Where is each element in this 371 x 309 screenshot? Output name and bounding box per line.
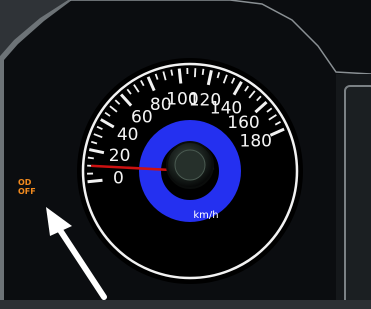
housing-bottom-strip bbox=[0, 300, 371, 309]
dial-label: 160 bbox=[227, 113, 259, 133]
od-off-line2: OFF bbox=[18, 187, 36, 196]
speed-unit-label: km/h bbox=[193, 210, 218, 221]
dial-label: 20 bbox=[109, 146, 131, 166]
instrument-cluster: 0 20 40 60 80 100 120 140 160 180 km/h OD OFF bbox=[0, 0, 371, 309]
dial-tick bbox=[87, 156, 94, 160]
od-off-line1: OD bbox=[18, 178, 32, 187]
dial-label: 40 bbox=[117, 125, 139, 145]
dial-tick bbox=[201, 68, 205, 75]
dial-label: 0 bbox=[113, 169, 124, 189]
od-off-indicator: OD OFF bbox=[18, 178, 36, 196]
dial-label: 180 bbox=[240, 132, 272, 152]
cluster-graphic: 020406080100120140160180 km/h bbox=[0, 0, 371, 309]
right-panel-frame bbox=[344, 85, 371, 309]
dial-tick bbox=[177, 68, 183, 84]
dial-tick bbox=[170, 69, 174, 76]
dial-tick bbox=[87, 178, 103, 184]
needle-hub-cap bbox=[174, 149, 206, 181]
